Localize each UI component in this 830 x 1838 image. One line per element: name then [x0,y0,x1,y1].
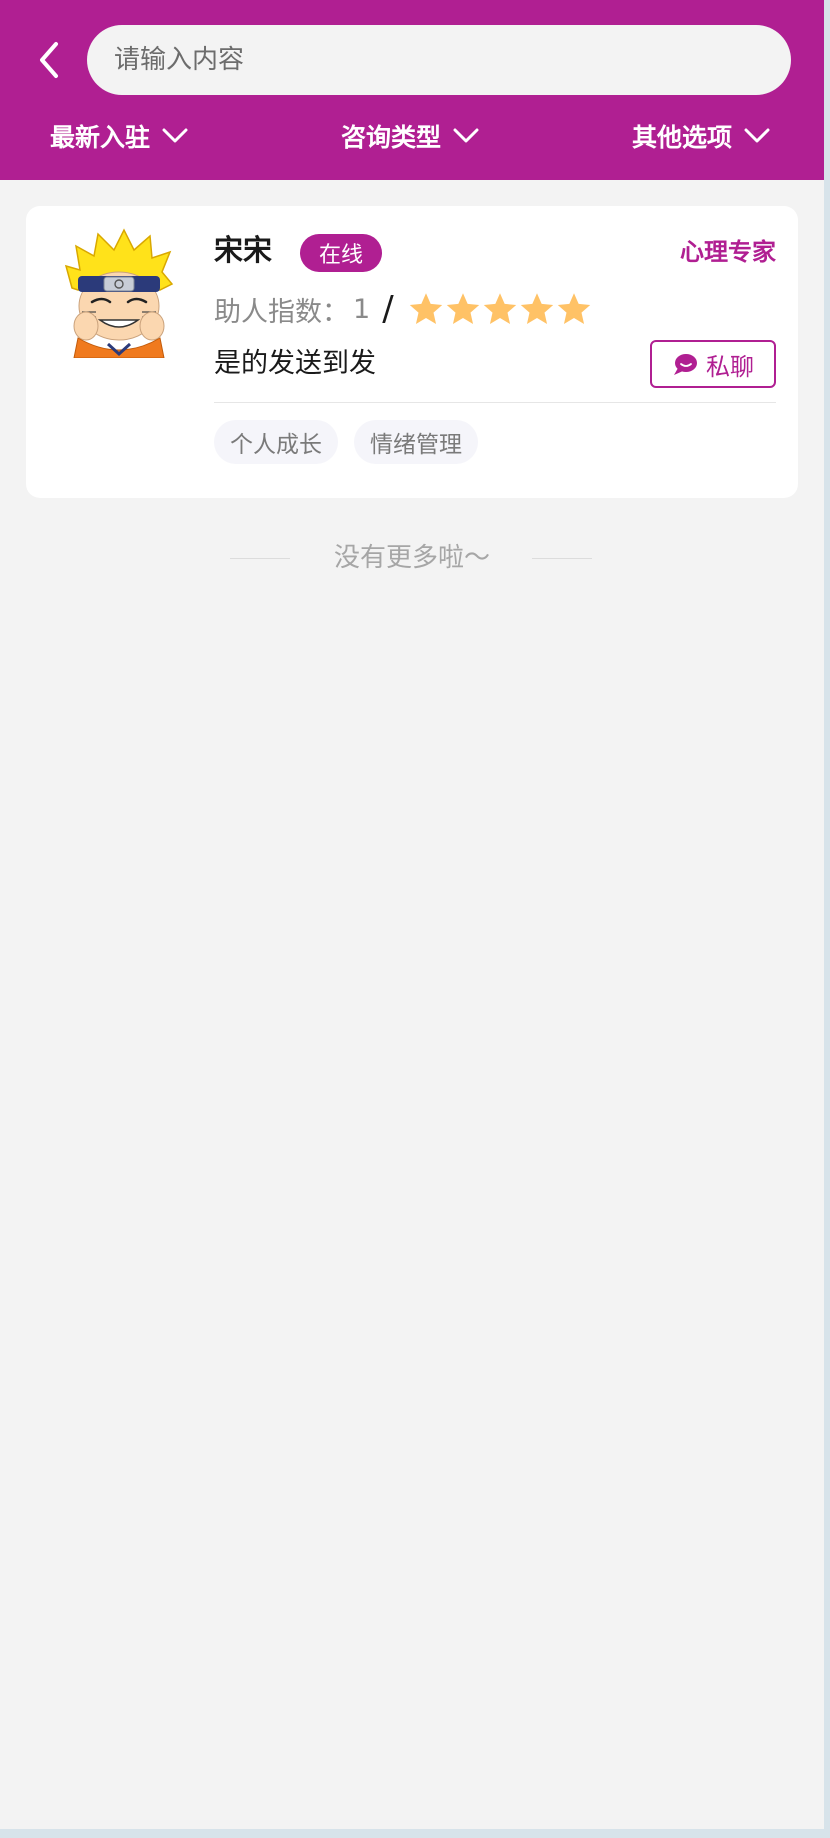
star-icon [520,293,553,324]
no-more-text: 没有更多啦～ [333,543,490,573]
tag-emotion-management: 情绪管理 [354,420,478,464]
filter-consult-type[interactable]: 咨询类型 [341,112,479,160]
search-input[interactable] [114,25,791,95]
top-header: 最新入驻 咨询类型 其他选项 [0,0,824,180]
avatar[interactable] [64,228,174,359]
star-icon [446,293,479,324]
help-index-value: 1 [353,293,371,325]
rating-stars [408,291,593,327]
filter-other-options-label: 其他选项 [632,123,733,152]
filter-bar: 最新入驻 咨询类型 其他选项 [0,112,824,160]
private-chat-label: 私聊 [706,352,754,381]
app-screen: 最新入驻 咨询类型 其他选项 [0,0,824,1829]
private-chat-button[interactable]: 私聊 [650,340,776,388]
chevron-down-icon [162,128,188,144]
star-icon [557,293,590,324]
no-more-indicator: 没有更多啦～ [0,538,824,578]
chat-bubble-icon [672,352,698,376]
counselor-card[interactable]: 宋宋 在线 心理专家 助人指数： 1 / 是的发送到发 私聊 个人成长 情绪管理 [26,206,798,498]
tag-personal-growth: 个人成长 [214,420,338,464]
status-badge: 在线 [300,234,382,272]
filter-latest[interactable]: 最新入驻 [50,112,188,160]
chevron-down-icon [453,128,479,144]
index-separator: / [382,289,394,329]
back-button[interactable] [32,36,68,84]
help-index-row: 助人指数： 1 / [214,284,593,334]
tag-list: 个人成长 情绪管理 [214,420,494,464]
counselor-description: 是的发送到发 [214,348,376,379]
chevron-down-icon [744,128,770,144]
search-box[interactable] [87,25,791,95]
card-divider [214,402,776,403]
filter-latest-label: 最新入驻 [50,123,151,152]
counselor-name: 宋宋 [214,233,273,267]
chevron-left-icon [40,42,58,78]
filter-other-options[interactable]: 其他选项 [632,112,770,160]
counselor-role: 心理专家 [680,238,776,266]
star-icon [409,293,442,324]
filter-consult-type-label: 咨询类型 [341,123,442,152]
divider-line-right [532,558,592,559]
star-icon [483,293,516,324]
help-index-label: 助人指数： [214,296,349,328]
